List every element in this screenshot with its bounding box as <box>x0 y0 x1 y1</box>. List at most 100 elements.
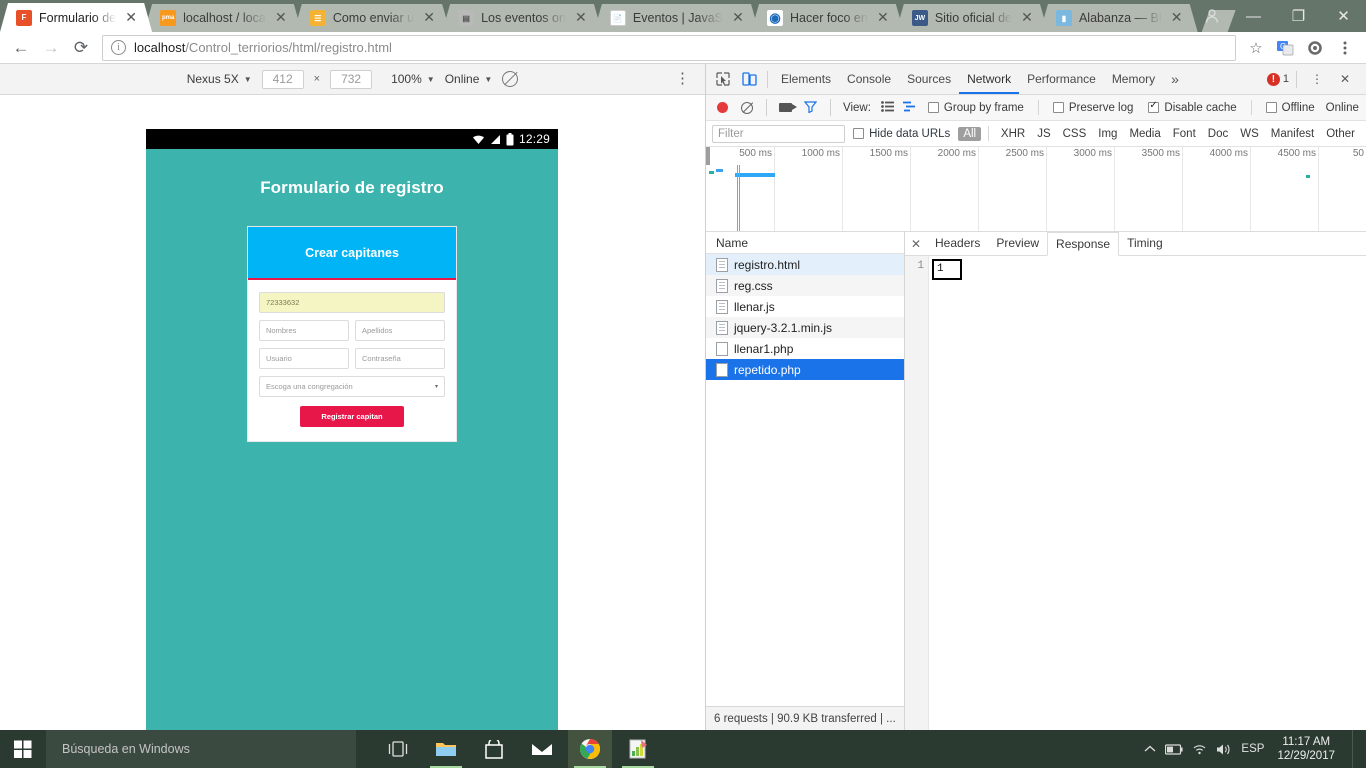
contrasena-input[interactable]: Contraseña <box>355 348 445 369</box>
close-window-button[interactable]: ✕ <box>1321 0 1366 32</box>
bookmark-star-icon[interactable]: ☆ <box>1242 39 1270 57</box>
chrome-menu-icon[interactable] <box>1330 35 1360 61</box>
browser-tab-2[interactable]: pma localhost / loca ✕ <box>144 4 302 32</box>
filter-type-doc[interactable]: Doc <box>1203 127 1233 141</box>
show-desktop-button[interactable] <box>1352 730 1358 768</box>
taskbar-clock[interactable]: 11:17 AM 12/29/2017 <box>1273 735 1339 763</box>
zoom-selector[interactable]: 100% ▼ <box>391 72 435 86</box>
group-by-frame-checkbox[interactable]: Group by frame <box>927 102 1024 114</box>
reload-button[interactable]: ⟳ <box>66 34 96 62</box>
request-row-registro-html[interactable]: registro.html <box>706 254 904 275</box>
filter-type-manifest[interactable]: Manifest <box>1266 127 1319 141</box>
wifi-icon[interactable] <box>1192 743 1207 755</box>
devtools-close-icon[interactable]: ✕ <box>1332 66 1358 92</box>
device-options-kebab-icon[interactable]: ⋮ <box>675 71 690 86</box>
filter-type-all[interactable]: All <box>958 126 982 141</box>
response-body[interactable]: 1 1 <box>905 256 1366 730</box>
tab-close-icon[interactable]: ✕ <box>422 11 436 25</box>
mail-icon[interactable] <box>520 730 564 768</box>
filter-type-font[interactable]: Font <box>1168 127 1201 141</box>
record-button[interactable] <box>717 102 728 113</box>
filter-type-js[interactable]: JS <box>1032 127 1055 141</box>
disable-cache-checkbox[interactable]: Disable cache <box>1148 100 1237 114</box>
browser-tab-3[interactable]: ☰ Como enviar u ✕ <box>294 4 450 32</box>
network-timeline-overview[interactable]: 500 ms 1000 ms 1500 ms 2000 ms 2500 ms 3… <box>706 147 1366 232</box>
chrome-icon[interactable] <box>568 730 612 768</box>
code-field[interactable]: 72333632 <box>259 292 445 313</box>
devtools-tab-console[interactable]: Console <box>839 64 899 94</box>
inspect-element-icon[interactable] <box>710 66 736 92</box>
rotate-icon[interactable] <box>502 71 519 87</box>
detail-tab-headers[interactable]: Headers <box>927 232 988 255</box>
translate-icon[interactable]: G <box>1270 35 1300 61</box>
forward-button[interactable]: → <box>36 34 66 62</box>
browser-tab-5[interactable]: 📄 Eventos | JavaS ✕ <box>594 4 759 32</box>
language-indicator[interactable]: ESP <box>1241 743 1264 755</box>
browser-tab-4[interactable]: ▤ Los eventos on ✕ <box>442 4 602 32</box>
tab-close-icon[interactable]: ✕ <box>124 11 138 25</box>
tab-close-icon[interactable]: ✕ <box>574 11 588 25</box>
browser-tab-1[interactable]: F Formulario de ✕ <box>0 3 152 32</box>
toggle-device-toolbar-icon[interactable] <box>736 66 762 92</box>
devtools-tab-sources[interactable]: Sources <box>899 64 959 94</box>
tab-close-icon[interactable]: ✕ <box>876 11 890 25</box>
detail-tab-timing[interactable]: Timing <box>1119 232 1171 255</box>
list-view-icon[interactable] <box>881 100 894 115</box>
request-row-llenar-js[interactable]: llenar.js <box>706 296 904 317</box>
task-view-icon[interactable] <box>376 730 420 768</box>
network-throttle-selector[interactable]: Online ▼ <box>445 72 493 86</box>
tab-close-icon[interactable]: ✕ <box>1020 11 1034 25</box>
site-info-icon[interactable]: i <box>111 40 126 55</box>
devtools-tab-elements[interactable]: Elements <box>773 64 839 94</box>
device-height-input[interactable]: 732 <box>330 69 373 89</box>
device-selector[interactable]: Nexus 5X ▼ <box>187 72 252 86</box>
back-button[interactable]: ← <box>6 34 36 62</box>
tab-close-icon[interactable]: ✕ <box>274 11 288 25</box>
microsoft-store-icon[interactable] <box>472 730 516 768</box>
request-row-jquery-min-js[interactable]: jquery-3.2.1.min.js <box>706 317 904 338</box>
browser-tab-8[interactable]: ▮ Alabanza — Bl ✕ <box>1040 4 1198 32</box>
request-row-llenar1-php[interactable]: llenar1.php <box>706 338 904 359</box>
notepad-icon[interactable] <box>616 730 660 768</box>
waterfall-view-icon[interactable] <box>902 101 916 115</box>
devtools-kebab-icon[interactable]: ⋮ <box>1304 66 1330 92</box>
maximize-button[interactable]: ❐ <box>1276 0 1321 32</box>
online-throttle-label[interactable]: Online <box>1326 102 1359 114</box>
request-row-repetido-php[interactable]: repetido.php <box>706 359 904 380</box>
browser-tab-6[interactable]: ◉ Hacer foco en ✕ <box>751 4 904 32</box>
filter-type-media[interactable]: Media <box>1124 127 1165 141</box>
filter-type-img[interactable]: Img <box>1093 127 1122 141</box>
tab-close-icon[interactable]: ✕ <box>731 11 745 25</box>
request-row-reg-css[interactable]: reg.css <box>706 275 904 296</box>
address-bar[interactable]: i localhost /Control_terriorios/html/reg… <box>102 34 1236 61</box>
windows-search-input[interactable]: Búsqueda en Windows <box>46 730 356 768</box>
request-list-header[interactable]: Name <box>706 232 904 254</box>
battery-icon[interactable] <box>1165 743 1184 755</box>
error-count-badge[interactable]: ! 1 <box>1266 72 1289 86</box>
minimize-button[interactable]: — <box>1231 0 1276 32</box>
windows-start-icon[interactable] <box>0 730 46 768</box>
filter-input[interactable]: Filter <box>712 124 846 143</box>
registrar-capitan-button[interactable]: Registrar capitan <box>300 406 404 427</box>
device-width-input[interactable]: 412 <box>261 69 304 89</box>
profile-avatar-icon[interactable] <box>1193 0 1231 32</box>
browser-tab-7[interactable]: JW Sitio oficial de ✕ <box>896 4 1048 32</box>
detail-tab-preview[interactable]: Preview <box>988 232 1047 255</box>
hide-data-urls-checkbox[interactable]: Hide data URLs <box>853 128 950 140</box>
devtools-tab-network[interactable]: Network <box>959 64 1020 94</box>
devtools-tab-memory[interactable]: Memory <box>1104 64 1163 94</box>
usuario-input[interactable]: Usuario <box>259 348 349 369</box>
offline-checkbox[interactable]: Offline <box>1265 102 1315 114</box>
preserve-log-checkbox[interactable]: Preserve log <box>1052 102 1133 114</box>
filter-type-xhr[interactable]: XHR <box>996 127 1030 141</box>
devtools-tab-performance[interactable]: Performance <box>1019 64 1104 94</box>
filter-type-css[interactable]: CSS <box>1058 127 1092 141</box>
response-content[interactable]: 1 <box>929 256 962 730</box>
nombres-input[interactable]: Nombres <box>259 320 349 341</box>
clear-button[interactable] <box>741 101 753 114</box>
filter-type-other[interactable]: Other <box>1321 127 1360 141</box>
more-tabs-icon[interactable]: » <box>1163 64 1187 94</box>
detail-close-icon[interactable]: ✕ <box>905 237 927 251</box>
funnel-button[interactable] <box>803 100 818 116</box>
extension-gear-icon[interactable] <box>1300 35 1330 61</box>
